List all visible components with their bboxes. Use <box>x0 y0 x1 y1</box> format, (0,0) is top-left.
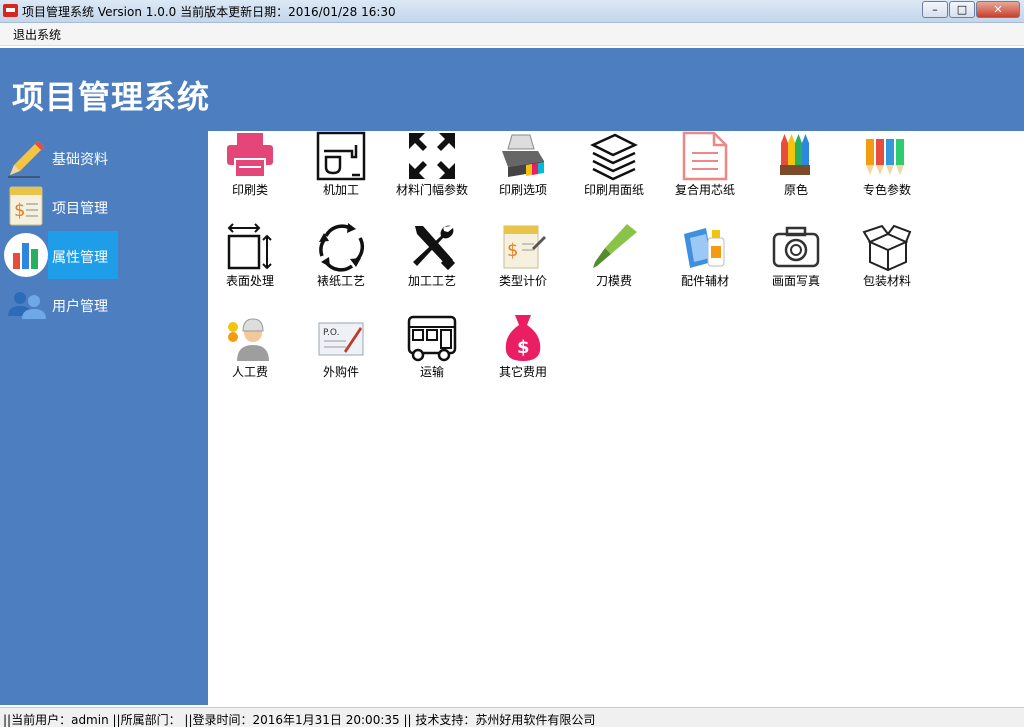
menu-bar: 退出系统 <box>0 23 1024 46</box>
dimension-box-icon <box>227 223 272 270</box>
status-text: ||当前用户：admin ||所属部门： ||登录时间：2016年1月31日 2… <box>3 713 596 727</box>
svg-text:P.O.: P.O. <box>323 328 339 338</box>
tile-type-pricing[interactable]: $ 类型计价 <box>478 222 568 304</box>
exit-menu-item[interactable]: 退出系统 <box>13 26 61 43</box>
purchase-order-icon: P.O. <box>318 322 364 356</box>
window-title: 项目管理系统 Version 1.0.0 当前版本更新日期：2016/01/28… <box>22 5 396 19</box>
tile-label: 印刷类 <box>231 183 268 197</box>
tile-label: 外购件 <box>322 365 359 379</box>
sidebar-item-label: 属性管理 <box>52 250 108 266</box>
tile-face-paper[interactable]: 印刷用面纸 <box>569 131 659 213</box>
tile-label: 加工工艺 <box>407 274 456 288</box>
money-bag-icon: $ <box>505 315 541 361</box>
status-bar: ||当前用户：admin ||所属部门： ||登录时间：2016年1月31日 2… <box>0 707 1024 727</box>
tile-purchased-parts[interactable]: P.O. 外购件 <box>296 313 386 395</box>
tile-label: 印刷用面纸 <box>583 183 644 197</box>
tile-other-costs[interactable]: $ 其它费用 <box>478 313 568 395</box>
app-header: 项目管理系统 <box>0 48 1024 131</box>
document-dollar-icon: $ <box>9 186 43 226</box>
sidebar: 基础资料 $ 项目管理 属性管理 用户管理 <box>0 131 208 705</box>
tile-label: 原色 <box>783 183 808 197</box>
tile-printing[interactable]: 印刷类 <box>205 131 295 213</box>
tile-label: 刀模费 <box>595 274 632 288</box>
tile-label: 专色参数 <box>862 183 911 197</box>
users-icon <box>8 292 46 319</box>
tile-label: 人工费 <box>231 365 268 379</box>
document-icon <box>682 131 728 181</box>
tile-primary-colors[interactable]: 原色 <box>751 131 841 213</box>
expand-arrows-icon <box>409 133 455 179</box>
tile-label: 裱纸工艺 <box>316 274 365 288</box>
window-controls: – □ ✕ <box>921 1 1020 18</box>
camera-icon <box>772 226 820 268</box>
tile-label: 画面写真 <box>771 274 820 288</box>
tile-processing[interactable]: 加工工艺 <box>387 222 477 304</box>
tile-photo-print[interactable]: 画面写真 <box>751 222 841 304</box>
svg-text:$: $ <box>507 240 518 261</box>
tile-surface-treatment[interactable]: 表面处理 <box>205 222 295 304</box>
worker-icon <box>228 318 269 361</box>
green-knife-icon <box>593 224 637 268</box>
sidebar-item-users[interactable]: 用户管理 <box>0 280 208 328</box>
tile-material-width[interactable]: 材料门幅参数 <box>387 131 477 213</box>
sidebar-item-label: 项目管理 <box>52 201 108 217</box>
content-area: 印刷类 机加工 材料门幅参数 印刷选项 印刷用面纸 复合用芯纸 原色 专色参数 … <box>208 131 1024 705</box>
tile-label: 材料门幅参数 <box>395 183 468 197</box>
tile-label: 配件辅材 <box>680 274 729 288</box>
svg-text:$: $ <box>517 337 530 358</box>
sidebar-item-label: 用户管理 <box>52 299 108 315</box>
maximize-button[interactable]: □ <box>949 1 975 18</box>
app-logo-icon <box>3 4 18 17</box>
bar-chart-icon <box>4 233 48 277</box>
tile-label: 印刷选项 <box>498 183 547 197</box>
tile-label: 机加工 <box>322 183 359 197</box>
open-box-icon <box>862 224 912 272</box>
svg-text:$: $ <box>14 200 25 221</box>
bus-icon <box>407 315 457 362</box>
tile-label: 类型计价 <box>498 274 547 288</box>
tile-core-paper[interactable]: 复合用芯纸 <box>660 131 750 213</box>
tile-die-cutting[interactable]: 刀模费 <box>569 222 659 304</box>
tile-label: 运输 <box>419 365 444 379</box>
tile-spot-color[interactable]: 专色参数 <box>842 131 932 213</box>
tile-packaging[interactable]: 包装材料 <box>842 222 932 304</box>
page-title: 项目管理系统 <box>12 78 211 116</box>
minimize-button[interactable]: – <box>922 1 948 18</box>
price-document-icon: $ <box>503 225 546 269</box>
glue-paper-icon <box>684 228 725 268</box>
sidebar-item-attributes[interactable]: 属性管理 <box>0 231 208 279</box>
tile-label: 其它费用 <box>498 365 547 379</box>
tile-machining[interactable]: 机加工 <box>296 131 386 213</box>
sidebar-item-label: 基础资料 <box>52 152 108 168</box>
printer-icon <box>227 133 273 178</box>
sidebar-item-basic-data[interactable]: 基础资料 <box>0 133 208 181</box>
tools-icon <box>413 225 456 271</box>
tile-transport[interactable]: 运输 <box>387 313 477 395</box>
color-pencils-icon <box>866 139 904 175</box>
close-button[interactable]: ✕ <box>976 1 1020 18</box>
tile-mounting-process[interactable]: 裱纸工艺 <box>296 222 386 304</box>
tile-print-options[interactable]: 印刷选项 <box>478 131 568 213</box>
window-titlebar: 项目管理系统 Version 1.0.0 当前版本更新日期：2016/01/28… <box>0 0 1024 23</box>
pencil-icon <box>8 141 44 178</box>
coffee-machine-icon <box>316 131 366 181</box>
paper-stack-icon <box>590 133 638 181</box>
tile-label: 包装材料 <box>862 274 911 288</box>
tile-label: 复合用芯纸 <box>674 183 735 197</box>
tile-accessories[interactable]: 配件辅材 <box>660 222 750 304</box>
sidebar-item-project[interactable]: $ 项目管理 <box>0 182 208 230</box>
color-printer-icon <box>502 134 544 177</box>
refresh-cycle-icon <box>319 223 365 272</box>
tile-labor[interactable]: 人工费 <box>205 313 295 395</box>
tile-label: 表面处理 <box>225 274 274 288</box>
crayons-icon <box>780 134 810 175</box>
